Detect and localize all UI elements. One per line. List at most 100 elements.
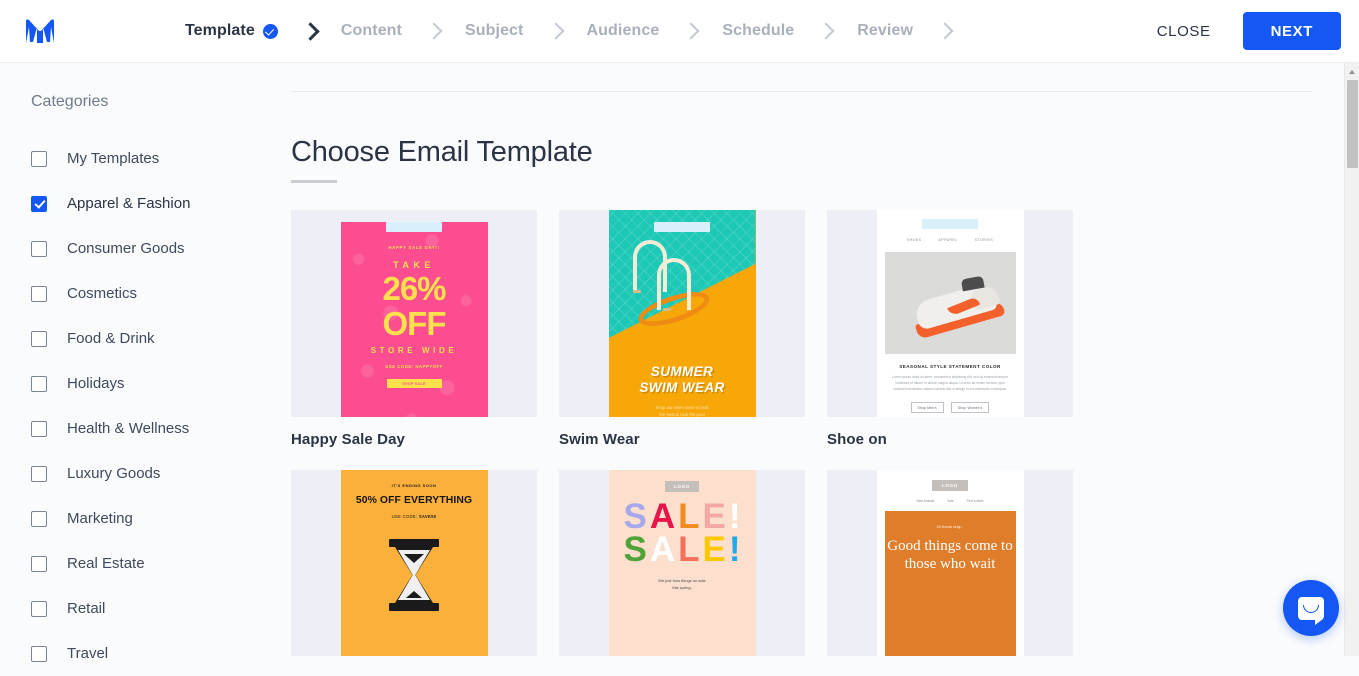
template-thumbnail[interactable]: IT'S ENDING SOON 50% OFF EVERYTHING USE … xyxy=(291,470,537,656)
pool-ladder-rail-icon xyxy=(657,258,691,310)
next-button[interactable]: NEXT xyxy=(1243,12,1341,50)
scroll-up-arrow-icon[interactable] xyxy=(1345,63,1359,80)
checkbox-checked-icon[interactable] xyxy=(31,196,47,212)
chat-launcher-button[interactable] xyxy=(1283,580,1339,636)
step-content[interactable]: Content xyxy=(341,22,402,40)
chevron-right-icon xyxy=(685,23,696,40)
preview-sale-sale: LOGO S A L E ! S A L xyxy=(609,470,756,656)
sidebar-item-real-estate[interactable]: Real Estate xyxy=(0,541,283,586)
sidebar-item-food-drink[interactable]: Food & Drink xyxy=(0,316,283,361)
sidebar-item-label: Cosmetics xyxy=(67,285,137,302)
template-card-good-things[interactable]: LOGO New Arrivals Sale Find a store 24 h… xyxy=(827,470,1073,656)
preview-eyebrow: HAPPY SALE DAY!! xyxy=(341,245,488,250)
preview-store-wide: STORE WIDE xyxy=(341,346,488,355)
preview-good-things: LOGO New Arrivals Sale Find a store 24 h… xyxy=(877,470,1024,656)
step-template[interactable]: Template xyxy=(185,22,278,40)
preview-buttons: Shop Men's Shop Women's xyxy=(885,402,1016,413)
checkbox-icon[interactable] xyxy=(31,601,47,617)
checkbox-icon[interactable] xyxy=(31,241,47,257)
preview-sub-1: We just toss things on sale xyxy=(609,578,756,585)
vertical-scrollbar[interactable] xyxy=(1344,63,1359,656)
preview-header-bar xyxy=(654,222,710,232)
sidebar-item-my-templates[interactable]: My Templates xyxy=(0,136,283,181)
sale-letter: A xyxy=(650,501,675,534)
preview-body-text: Lorem ipsum dolor sit amet, consectetur … xyxy=(885,375,1016,392)
title-underline xyxy=(291,180,337,183)
sidebar-item-retail[interactable]: Retail xyxy=(0,586,283,631)
template-card-swim-wear[interactable]: SUMMER SWIM WEAR Shop our swim wear to b… xyxy=(559,210,805,448)
sale-letter: L xyxy=(678,501,699,534)
step-schedule[interactable]: Schedule xyxy=(722,22,794,40)
checkbox-icon[interactable] xyxy=(31,511,47,527)
checkbox-icon[interactable] xyxy=(31,286,47,302)
preview-cta-button-1: Shop Men's xyxy=(911,402,944,413)
preview-eyebrow: 24 hours only... xyxy=(885,524,1016,529)
preview-logo: LOGO xyxy=(932,480,968,491)
page-title: Choose Email Template xyxy=(291,136,1313,169)
close-button[interactable]: CLOSE xyxy=(1143,13,1225,50)
checkbox-icon[interactable] xyxy=(31,376,47,392)
sidebar-item-travel[interactable]: Travel xyxy=(0,631,283,676)
preview-sub-2: this spring. xyxy=(609,585,756,592)
sidebar-item-label: My Templates xyxy=(67,150,159,167)
preview-nav-item: SHOES xyxy=(907,238,922,242)
sneaker-icon xyxy=(906,270,1005,339)
preview-swim-wear: SUMMER SWIM WEAR Shop our swim wear to b… xyxy=(609,210,756,417)
template-card-title: Shoe on xyxy=(827,431,1073,448)
sidebar-item-marketing[interactable]: Marketing xyxy=(0,496,283,541)
preview-eyebrow: IT'S ENDING SOON xyxy=(341,483,488,488)
preview-cta-button-2: Shop Women's xyxy=(951,402,990,413)
preview-headline-1: SUMMER xyxy=(609,364,756,380)
sidebar-item-holidays[interactable]: Holidays xyxy=(0,361,283,406)
chevron-right-icon xyxy=(550,23,561,40)
sneaker-product-photo xyxy=(885,252,1016,354)
template-thumbnail[interactable]: HAPPY SALE DAY!! TAKE 26% OFF STORE WIDE… xyxy=(291,210,537,417)
template-card-shoe-on[interactable]: SHOES APPAREL STORIES xyxy=(827,210,1073,448)
preview-ending-soon: IT'S ENDING SOON 50% OFF EVERYTHING USE … xyxy=(341,470,488,656)
preview-take: TAKE xyxy=(341,260,488,270)
sidebar-item-label: Luxury Goods xyxy=(67,465,160,482)
preview-code-prefix: USE CODE: xyxy=(392,514,419,519)
sidebar-item-label: Holidays xyxy=(67,375,125,392)
checkbox-icon[interactable] xyxy=(31,646,47,662)
app-logo[interactable] xyxy=(0,18,80,44)
template-card-title: Swim Wear xyxy=(559,431,805,448)
ladder-foot xyxy=(633,290,641,293)
sidebar-item-luxury-goods[interactable]: Luxury Goods xyxy=(0,451,283,496)
sidebar-item-health-wellness[interactable]: Health & Wellness xyxy=(0,406,283,451)
template-card-sale-sale[interactable]: LOGO S A L E ! S A L xyxy=(559,470,805,656)
checkbox-icon[interactable] xyxy=(31,421,47,437)
template-thumbnail[interactable]: LOGO S A L E ! S A L xyxy=(559,470,805,656)
sidebar-item-consumer-goods[interactable]: Consumer Goods xyxy=(0,226,283,271)
preview-header-bar xyxy=(386,222,442,232)
checkbox-icon[interactable] xyxy=(31,151,47,167)
template-card-ending-soon[interactable]: IT'S ENDING SOON 50% OFF EVERYTHING USE … xyxy=(291,470,537,656)
sidebar-item-apparel-fashion[interactable]: Apparel & Fashion xyxy=(0,181,283,226)
scrollbar-thumb[interactable] xyxy=(1347,80,1358,168)
checkbox-icon[interactable] xyxy=(31,331,47,347)
preview-header-bar xyxy=(922,219,978,229)
preview-nav-item: APPAREL xyxy=(938,238,957,242)
step-audience[interactable]: Audience xyxy=(587,22,660,40)
preview-percent: 26% xyxy=(341,273,488,305)
sidebar-item-cosmetics[interactable]: Cosmetics xyxy=(0,271,283,316)
preview-cta-button: SHOP SALE xyxy=(387,379,442,388)
template-thumbnail[interactable]: SHOES APPAREL STORIES xyxy=(827,210,1073,417)
categories-sidebar: Categories My Templates Apparel & Fashio… xyxy=(0,63,283,656)
sale-letter: L xyxy=(678,534,699,567)
template-card-happy-sale-day[interactable]: HAPPY SALE DAY!! TAKE 26% OFF STORE WIDE… xyxy=(291,210,537,448)
preview-nav: New Arrivals Sale Find a store xyxy=(877,499,1024,503)
checkbox-icon[interactable] xyxy=(31,556,47,572)
step-schedule-label: Schedule xyxy=(722,22,794,40)
sidebar-item-label: Food & Drink xyxy=(67,330,155,347)
template-thumbnail[interactable]: SUMMER SWIM WEAR Shop our swim wear to b… xyxy=(559,210,805,417)
step-review[interactable]: Review xyxy=(857,22,913,40)
chevron-right-icon xyxy=(428,23,439,40)
sale-letter: A xyxy=(650,534,675,567)
step-subject[interactable]: Subject xyxy=(465,22,524,40)
step-subject-label: Subject xyxy=(465,22,524,40)
sidebar-item-label: Travel xyxy=(67,645,108,662)
checkbox-icon[interactable] xyxy=(31,466,47,482)
template-thumbnail[interactable]: LOGO New Arrivals Sale Find a store 24 h… xyxy=(827,470,1073,656)
wizard-stepper: Template Content Subject Audience Schedu… xyxy=(80,22,1143,40)
